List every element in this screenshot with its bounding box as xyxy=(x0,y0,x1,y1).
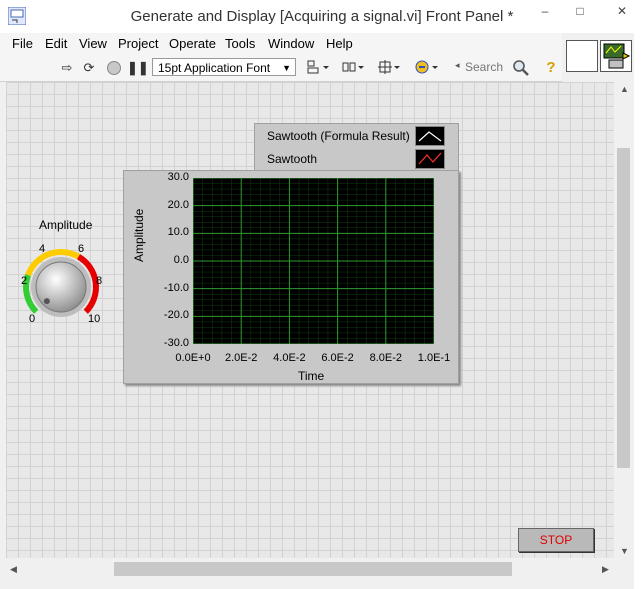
abort-icon[interactable] xyxy=(105,59,123,77)
menu-view[interactable]: View xyxy=(79,36,107,51)
knob-tick-2: 2 xyxy=(21,275,28,287)
knob-pointer xyxy=(43,298,50,305)
x-axis-label: Time xyxy=(298,369,325,383)
amplitude-knob[interactable]: 0 2 4 6 8 10 xyxy=(0,235,120,335)
menu-help[interactable]: Help xyxy=(326,36,353,51)
plot-area[interactable] xyxy=(192,177,435,345)
legend-label-sawtooth: Sawtooth xyxy=(267,152,318,166)
knob-tick-10: 10 xyxy=(88,313,101,325)
knob-label: Amplitude xyxy=(39,218,93,232)
knob-tick-4: 4 xyxy=(39,243,46,255)
knob-body xyxy=(35,261,87,313)
legend-swatch-sawtooth[interactable] xyxy=(415,149,445,169)
legend-swatch-formula[interactable] xyxy=(415,126,445,146)
vertical-scroll-thumb[interactable] xyxy=(617,148,630,468)
resize-icon[interactable] xyxy=(376,59,402,77)
scroll-left-icon[interactable]: ◀ xyxy=(10,564,17,575)
minimize-button[interactable]: – xyxy=(530,0,560,22)
toolbar: ⇨ ⟳ ❚❚ 15pt Application Font ▼ ◂ Search … xyxy=(0,55,562,82)
plot-legend[interactable]: Sawtooth (Formula Result) Sawtooth xyxy=(254,123,459,172)
knob-tick-0: 0 xyxy=(29,313,36,325)
menu-edit[interactable]: Edit xyxy=(45,36,67,51)
connector-pane[interactable] xyxy=(566,40,598,72)
distribute-icon[interactable] xyxy=(340,59,366,77)
search-icon[interactable] xyxy=(512,59,530,77)
menu-bar: File Edit View Project Operate Tools Win… xyxy=(0,33,562,55)
y-tick-label: 30.0 xyxy=(167,171,189,183)
search-placeholder: Search xyxy=(465,60,504,74)
menu-tools[interactable]: Tools xyxy=(225,36,255,51)
reorder-icon[interactable] xyxy=(414,59,440,77)
y-axis-label: Amplitude xyxy=(132,208,146,262)
pause-icon[interactable]: ❚❚ xyxy=(127,59,149,77)
menu-operate[interactable]: Operate xyxy=(169,36,216,51)
font-select[interactable]: 15pt Application Font ▼ xyxy=(152,58,296,76)
scroll-up-icon[interactable]: ▲ xyxy=(620,84,629,94)
legend-label-formula: Sawtooth (Formula Result) xyxy=(267,129,410,143)
menu-file[interactable]: File xyxy=(12,36,33,51)
run-arrow-icon[interactable]: ⇨ xyxy=(58,59,76,77)
x-tick-label: 1.0E-1 xyxy=(417,352,451,364)
align-icon[interactable] xyxy=(305,59,331,77)
maximize-button[interactable]: □ xyxy=(565,0,595,22)
knob-tick-6: 6 xyxy=(78,243,85,255)
scroll-down-icon[interactable]: ▼ xyxy=(620,546,629,556)
scroll-right-icon[interactable]: ▶ xyxy=(602,564,609,575)
menu-window[interactable]: Window xyxy=(268,36,314,51)
y-tick-label: -10.0 xyxy=(163,281,189,294)
y-tick-label: -30.0 xyxy=(163,337,189,349)
stop-button[interactable]: STOP xyxy=(518,528,594,552)
horizontal-scroll-thumb[interactable] xyxy=(114,562,512,576)
run-continuously-icon[interactable]: ⟳ xyxy=(80,59,98,77)
font-select-value: 15pt Application Font xyxy=(158,61,271,75)
help-icon[interactable]: ? xyxy=(542,59,560,77)
knob-tick-8: 8 xyxy=(96,275,103,287)
y-tick-label: -20.0 xyxy=(163,309,189,322)
menu-project[interactable]: Project xyxy=(118,36,158,51)
vi-icon[interactable] xyxy=(600,40,632,72)
window-edge xyxy=(634,0,644,589)
chevron-down-icon: ▼ xyxy=(282,63,291,73)
